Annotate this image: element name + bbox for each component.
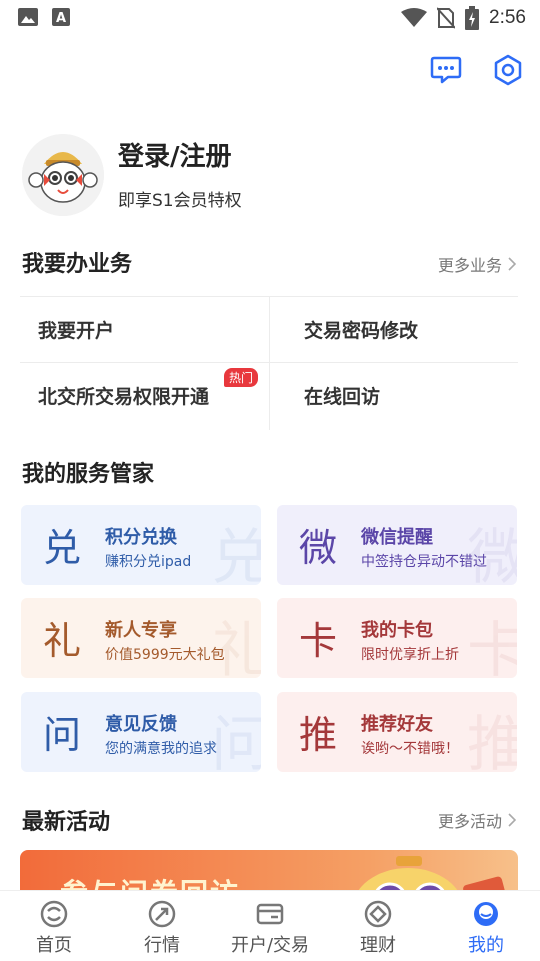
home-icon bbox=[40, 900, 68, 928]
business-item-label: 我要开户 bbox=[38, 319, 115, 342]
profile-icon bbox=[474, 902, 498, 926]
service-card-referral[interactable]: 推 推 推荐好友 诶哟～不错哦！ bbox=[277, 692, 517, 772]
business-item-open-account[interactable]: 我要开户 bbox=[20, 296, 268, 362]
settings-hexagon-icon bbox=[494, 54, 522, 86]
service-card-feedback[interactable]: 问 问 意见反馈 您的满意我的追求 bbox=[21, 692, 261, 772]
service-card-glyph: 礼 bbox=[43, 619, 82, 663]
service-card-subtitle: 赚积分兑ipad bbox=[105, 554, 192, 570]
tab-label: 我的 bbox=[468, 935, 504, 956]
tab-home[interactable]: 首页 bbox=[0, 891, 108, 961]
bottom-tab-bar: 首页 行情 开户/交易 理财 我的 bbox=[0, 890, 540, 961]
finance-icon bbox=[364, 900, 392, 928]
service-card-watermark: 微 bbox=[467, 523, 517, 585]
divider bbox=[269, 296, 270, 430]
tab-finance[interactable]: 理财 bbox=[324, 891, 432, 961]
market-icon bbox=[148, 900, 176, 928]
service-card-wallet[interactable]: 卡 卡 我的卡包 限时优享折上折 bbox=[277, 598, 517, 678]
tab-label: 理财 bbox=[360, 935, 396, 956]
service-card-points[interactable]: 兑 兑 积分兑换 赚积分兑ipad bbox=[21, 505, 261, 585]
business-item-label: 交易密码修改 bbox=[304, 319, 419, 342]
service-card-glyph: 问 bbox=[43, 713, 82, 757]
no-sim-icon bbox=[437, 7, 456, 29]
service-section-title: 我的服务管家 bbox=[22, 462, 155, 487]
chevron-right-icon bbox=[508, 813, 516, 827]
image-notification-icon bbox=[18, 8, 38, 26]
service-card-title: 新人专享 bbox=[105, 620, 177, 641]
business-item-change-password[interactable]: 交易密码修改 bbox=[286, 296, 534, 362]
service-card-glyph: 推 bbox=[299, 713, 338, 757]
battery-charging-icon bbox=[465, 6, 480, 30]
message-button[interactable] bbox=[428, 52, 464, 88]
text-notification-icon: A bbox=[52, 8, 70, 26]
member-privilege-text: 即享S1会员特权 bbox=[118, 191, 242, 211]
business-section-title: 我要办业务 bbox=[22, 252, 133, 277]
service-card-title: 积分兑换 bbox=[105, 527, 177, 548]
service-card-title: 我的卡包 bbox=[361, 620, 433, 641]
service-card-glyph: 微 bbox=[299, 526, 338, 570]
service-card-title: 推荐好友 bbox=[361, 714, 433, 735]
service-card-watermark: 兑 bbox=[211, 523, 261, 585]
service-card-watermark: 问 bbox=[211, 710, 261, 772]
svg-text:A: A bbox=[56, 11, 66, 26]
more-business-label: 更多业务 bbox=[437, 256, 502, 275]
activity-section-title: 最新活动 bbox=[22, 810, 111, 835]
service-card-title: 意见反馈 bbox=[105, 714, 177, 735]
service-card-watermark: 推 bbox=[467, 710, 517, 772]
service-card-glyph: 兑 bbox=[43, 526, 82, 570]
wifi-icon bbox=[401, 8, 428, 27]
service-card-subtitle: 限时优享折上折 bbox=[361, 647, 459, 663]
service-card-newcomer[interactable]: 礼 礼 新人专享 价值5999元大礼包 bbox=[21, 598, 261, 678]
service-card-glyph: 卡 bbox=[299, 619, 338, 663]
more-activity-label: 更多活动 bbox=[437, 812, 502, 831]
message-icon bbox=[430, 56, 462, 84]
tab-label: 开户/交易 bbox=[230, 935, 310, 956]
tab-profile[interactable]: 我的 bbox=[432, 891, 540, 961]
tab-trade[interactable]: 开户/交易 bbox=[216, 891, 324, 961]
service-card-subtitle: 您的满意我的追求 bbox=[105, 741, 217, 757]
service-card-title: 微信提醒 bbox=[361, 527, 433, 548]
business-item-label: 在线回访 bbox=[304, 385, 381, 408]
service-card-subtitle: 中签持仓异动不错过 bbox=[361, 554, 487, 570]
service-card-wechat[interactable]: 微 微 微信提醒 中签持仓异动不错过 bbox=[277, 505, 517, 585]
hot-badge: 热门 bbox=[224, 368, 259, 387]
business-grid: 我要开户 交易密码修改 北交所交易权限开通 热门 在线回访 bbox=[20, 296, 518, 430]
trade-icon bbox=[256, 903, 284, 925]
business-item-label: 北交所交易权限开通 bbox=[38, 385, 210, 408]
service-card-watermark: 卡 bbox=[467, 616, 517, 678]
service-card-watermark: 礼 bbox=[211, 616, 261, 678]
avatar[interactable] bbox=[22, 134, 104, 216]
business-item-bse-permission[interactable]: 北交所交易权限开通 热门 bbox=[20, 362, 268, 428]
status-time: 2:56 bbox=[489, 7, 526, 28]
more-business-link[interactable]: 更多业务 bbox=[438, 252, 516, 276]
service-card-subtitle: 价值5999元大礼包 bbox=[105, 647, 225, 663]
tab-label: 首页 bbox=[36, 935, 72, 956]
business-item-online-callback[interactable]: 在线回访 bbox=[286, 362, 534, 428]
service-card-subtitle: 诶哟～不错哦！ bbox=[361, 741, 459, 757]
tab-label: 行情 bbox=[144, 935, 180, 956]
chevron-right-icon bbox=[508, 257, 516, 271]
monkey-mascot-icon bbox=[22, 134, 104, 216]
status-bar: A 2:56 bbox=[0, 0, 540, 36]
settings-button[interactable] bbox=[490, 52, 526, 88]
tab-market[interactable]: 行情 bbox=[108, 891, 216, 961]
profile-header[interactable]: 登录/注册 即享S1会员特权 bbox=[22, 134, 522, 218]
more-activity-link[interactable]: 更多活动 bbox=[438, 808, 516, 832]
login-register-link[interactable]: 登录/注册 bbox=[118, 136, 232, 173]
